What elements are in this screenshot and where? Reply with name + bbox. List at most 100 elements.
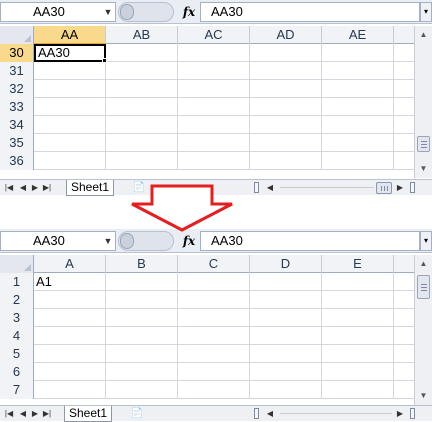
- formula-input[interactable]: AA30: [200, 2, 420, 22]
- cell[interactable]: [322, 345, 394, 363]
- cell[interactable]: [250, 134, 322, 152]
- row-header[interactable]: 5: [0, 345, 34, 363]
- scroll-thumb[interactable]: [417, 275, 430, 299]
- formula-input[interactable]: AA30: [200, 231, 420, 251]
- cell[interactable]: [106, 116, 178, 134]
- chevron-down-icon[interactable]: ▾: [420, 2, 432, 22]
- column-header[interactable]: E: [322, 255, 394, 273]
- scroll-thumb[interactable]: [417, 136, 430, 152]
- cell[interactable]: [250, 62, 322, 80]
- vertical-scrollbar[interactable]: ▲ ▼: [414, 255, 432, 405]
- cell[interactable]: [178, 327, 250, 345]
- cell[interactable]: [322, 80, 394, 98]
- row-header[interactable]: 4: [0, 327, 34, 345]
- prev-sheet-icon[interactable]: ◀: [18, 182, 28, 194]
- name-box[interactable]: AA30: [0, 2, 116, 22]
- cell[interactable]: [106, 152, 178, 170]
- cell[interactable]: [106, 134, 178, 152]
- cell[interactable]: [178, 381, 250, 399]
- cell[interactable]: [322, 134, 394, 152]
- cell[interactable]: [178, 134, 250, 152]
- insert-sheet-icon[interactable]: 📄: [130, 181, 148, 194]
- column-header[interactable]: AD: [250, 26, 322, 44]
- cell[interactable]: [34, 345, 106, 363]
- cell[interactable]: [322, 44, 394, 62]
- scroll-right-icon[interactable]: ▶: [394, 408, 406, 420]
- scroll-down-icon[interactable]: ▼: [417, 162, 430, 176]
- cell[interactable]: [34, 152, 106, 170]
- row-header[interactable]: 36: [0, 152, 34, 170]
- cell[interactable]: [178, 273, 250, 291]
- column-header[interactable]: B: [106, 255, 178, 273]
- row-header[interactable]: 1: [0, 273, 34, 291]
- cell[interactable]: [250, 291, 322, 309]
- row-header[interactable]: 7: [0, 381, 34, 399]
- cell[interactable]: A1: [34, 273, 106, 291]
- prev-sheet-icon[interactable]: ◀: [18, 408, 28, 420]
- cell[interactable]: [106, 363, 178, 381]
- sheet-tab[interactable]: Sheet1: [64, 406, 112, 422]
- column-header[interactable]: AB: [106, 26, 178, 44]
- cell[interactable]: [250, 80, 322, 98]
- cell[interactable]: [178, 291, 250, 309]
- scroll-left-icon[interactable]: ◀: [264, 182, 276, 194]
- cell[interactable]: [322, 62, 394, 80]
- cell[interactable]: [322, 273, 394, 291]
- column-header[interactable]: AA: [34, 26, 106, 44]
- row-header[interactable]: 6: [0, 363, 34, 381]
- cell[interactable]: [106, 381, 178, 399]
- cell[interactable]: [178, 44, 250, 62]
- vertical-split-handle[interactable]: [410, 182, 415, 193]
- cell[interactable]: [250, 44, 322, 62]
- cell[interactable]: [322, 116, 394, 134]
- column-header[interactable]: A: [34, 255, 106, 273]
- cell[interactable]: [106, 291, 178, 309]
- column-header[interactable]: C: [178, 255, 250, 273]
- cell[interactable]: [34, 134, 106, 152]
- cell[interactable]: [34, 363, 106, 381]
- tab-split-handle[interactable]: [254, 408, 259, 419]
- cell[interactable]: [250, 273, 322, 291]
- horizontal-scroll-track[interactable]: [280, 413, 392, 414]
- cell[interactable]: [178, 152, 250, 170]
- cell[interactable]: [106, 345, 178, 363]
- row-header[interactable]: 33: [0, 98, 34, 116]
- name-box[interactable]: AA30: [0, 231, 116, 251]
- scroll-down-icon[interactable]: ▼: [417, 389, 430, 403]
- cell[interactable]: [106, 327, 178, 345]
- cell[interactable]: [106, 62, 178, 80]
- column-header[interactable]: AC: [178, 26, 250, 44]
- scroll-up-icon[interactable]: ▲: [417, 257, 430, 271]
- scroll-up-icon[interactable]: ▲: [417, 28, 430, 42]
- scroll-right-icon[interactable]: ▶: [394, 182, 406, 194]
- first-sheet-icon[interactable]: |◀: [4, 182, 14, 194]
- cell[interactable]: [322, 363, 394, 381]
- cell[interactable]: [106, 273, 178, 291]
- chevron-down-icon[interactable]: ▼: [101, 232, 115, 250]
- cell[interactable]: [250, 309, 322, 327]
- formula-bar-resize-handle[interactable]: [120, 233, 134, 249]
- last-sheet-icon[interactable]: ▶|: [42, 408, 52, 420]
- cell[interactable]: [34, 80, 106, 98]
- cell[interactable]: [178, 345, 250, 363]
- row-header[interactable]: 2: [0, 291, 34, 309]
- cell[interactable]: [250, 152, 322, 170]
- cell[interactable]: [106, 309, 178, 327]
- horizontal-scroll-track[interactable]: [280, 187, 374, 188]
- cell[interactable]: [178, 62, 250, 80]
- cell[interactable]: [106, 98, 178, 116]
- active-cell[interactable]: AA30: [34, 44, 106, 62]
- last-sheet-icon[interactable]: ▶|: [42, 182, 52, 194]
- cell[interactable]: [34, 98, 106, 116]
- formula-bar-resize-handle[interactable]: [120, 4, 134, 20]
- horizontal-scroll-thumb[interactable]: [376, 182, 392, 194]
- vertical-split-handle[interactable]: [410, 408, 415, 419]
- first-sheet-icon[interactable]: |◀: [4, 408, 14, 420]
- select-all-button[interactable]: [0, 26, 34, 44]
- column-header[interactable]: D: [250, 255, 322, 273]
- cell[interactable]: [322, 381, 394, 399]
- cell[interactable]: [322, 291, 394, 309]
- row-header[interactable]: 30: [0, 44, 34, 62]
- cell[interactable]: [250, 98, 322, 116]
- row-header[interactable]: 35: [0, 134, 34, 152]
